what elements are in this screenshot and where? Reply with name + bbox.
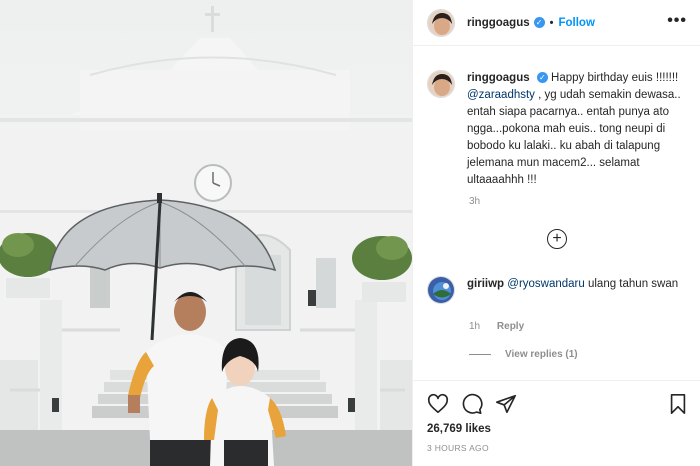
caption-mention-link[interactable]: @zaraadhsty [467,89,535,101]
comment-bubble-icon[interactable] [461,393,483,415]
view-replies-button[interactable]: View replies (1) [469,349,578,360]
more-options-icon[interactable]: ••• [667,13,687,29]
caption-timestamp[interactable]: 3h [469,196,480,207]
likes-count[interactable]: 26,769 likes [427,423,491,435]
save-bookmark-icon[interactable] [667,393,689,415]
author-avatar[interactable] [427,8,455,37]
verified-badge-icon: ✓ [533,17,545,28]
separator-dot: • [549,16,554,29]
comment-meta: 1h Reply [469,321,524,332]
comment-item: giriiwp @ryoswandaru ulang tahun swan [427,276,689,304]
post-timestamp[interactable]: 3 HOURS AGO [427,443,489,453]
avatar-image [428,9,454,36]
action-icons [427,393,517,415]
post-photo[interactable] [0,0,412,466]
post-actions-bar: 26,769 likes 3 HOURS AGO [413,380,700,466]
avatar-image [428,71,454,97]
caption-body-start: Happy birthday euis !!!!!!! [551,72,679,84]
caption-author-username[interactable]: ringgoagus [467,72,530,84]
post-side-panel: ringgoagus ✓ • Follow ••• ringgoagus ✓ H… [412,0,700,466]
share-send-icon[interactable] [495,393,517,415]
caption-author-avatar[interactable] [427,70,455,98]
author-username[interactable]: ringgoagus [467,17,530,29]
comment-text: giriiwp @ryoswandaru ulang tahun swan [467,276,689,304]
avatar-image [428,277,454,303]
view-replies-label: View replies (1) [505,349,578,360]
view-replies-divider [469,354,491,355]
follow-button[interactable]: Follow [558,17,594,29]
post-header: ringgoagus ✓ • Follow ••• [413,0,700,46]
like-heart-icon[interactable] [427,393,449,415]
caption-body-end: , yg udah semakin dewasa.. entah siapa p… [467,89,681,186]
commenter-avatar[interactable] [427,276,455,304]
verified-badge-icon: ✓ [536,72,548,84]
comment-body: ulang tahun swan [584,278,679,290]
post-photo-image [0,0,412,466]
load-more-comments-icon[interactable]: + [547,229,567,249]
reply-button[interactable]: Reply [497,321,524,332]
post-caption: ringgoagus ✓ Happy birthday euis !!!!!!!… [427,70,689,189]
comment-mention-link[interactable]: @ryoswandaru [507,278,585,290]
comment-timestamp[interactable]: 1h [469,321,480,332]
commenter-username[interactable]: giriiwp [467,278,504,290]
caption-text: ringgoagus ✓ Happy birthday euis !!!!!!!… [467,70,689,189]
